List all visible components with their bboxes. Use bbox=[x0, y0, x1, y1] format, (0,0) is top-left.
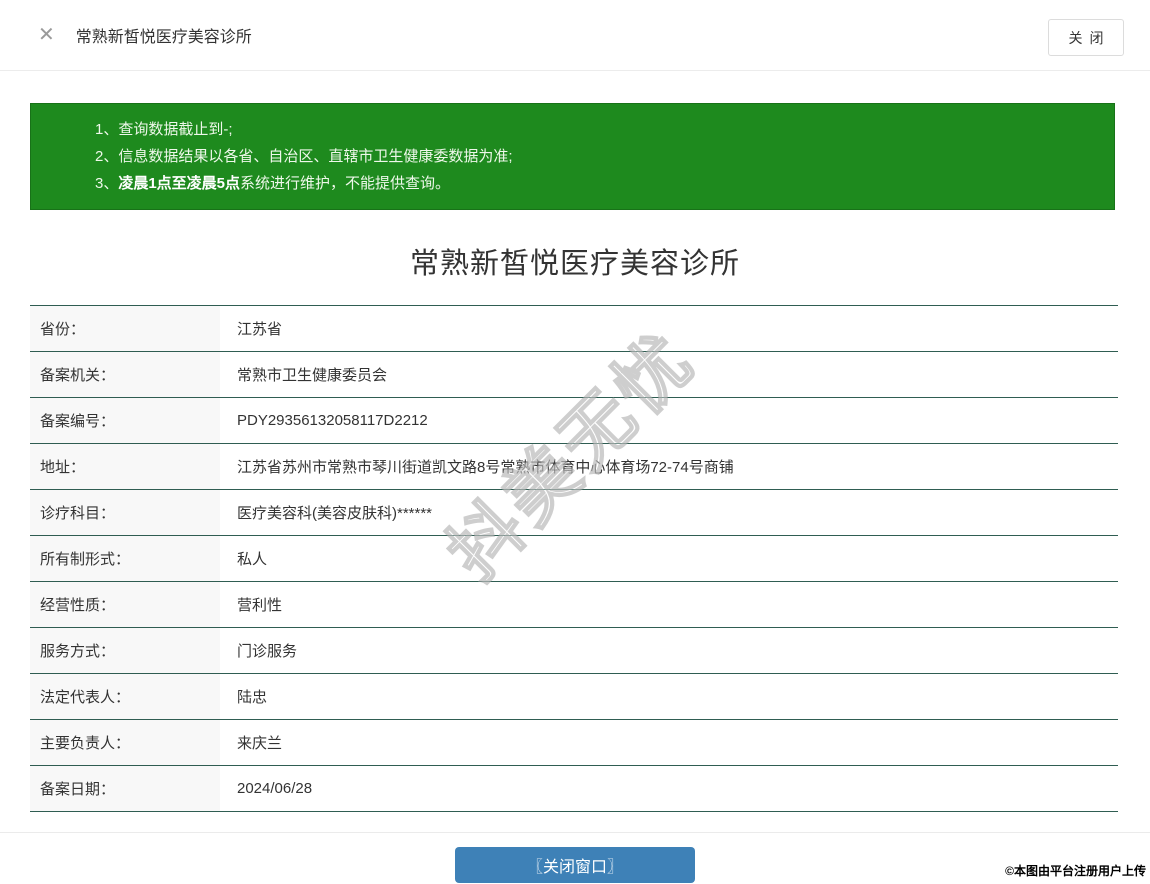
record-table: 省份： 江苏省 备案机关： 常熟市卫生健康委员会 备案编号： PDY293561… bbox=[30, 305, 1118, 812]
close-x-icon[interactable]: ✕ bbox=[38, 25, 55, 45]
window-title: 常熟新皙悦医疗美容诊所 bbox=[75, 29, 252, 46]
row-value: 2024/06/28 bbox=[220, 766, 1118, 811]
table-row-registration-authority: 备案机关： 常熟市卫生健康委员会 bbox=[30, 352, 1118, 398]
row-value: 常熟市卫生健康委员会 bbox=[220, 352, 1118, 397]
notice-line-3-rest: 系统进行维护，不能提供查询。 bbox=[240, 175, 451, 192]
row-label: 备案编号： bbox=[30, 398, 220, 443]
popup-window: ✕ 常熟新皙悦医疗美容诊所 关闭 1、查询数据截止到-; 2、信息数据结果以各省… bbox=[0, 0, 1150, 884]
row-label: 主要负责人： bbox=[30, 720, 220, 765]
row-value: PDY29356132058117D2212 bbox=[220, 398, 1118, 443]
row-value: 私人 bbox=[220, 536, 1118, 581]
button-row: 〖关闭窗口〗 bbox=[0, 847, 1150, 883]
row-value: 门诊服务 bbox=[220, 628, 1118, 673]
row-value: 营利性 bbox=[220, 582, 1118, 627]
row-label: 省份： bbox=[30, 306, 220, 351]
row-label: 备案机关： bbox=[30, 352, 220, 397]
table-row-clinical-subjects: 诊疗科目： 医疗美容科(美容皮肤科)****** bbox=[30, 490, 1118, 536]
table-row-ownership-form: 所有制形式： 私人 bbox=[30, 536, 1118, 582]
row-value: 医疗美容科(美容皮肤科)****** bbox=[220, 490, 1118, 535]
row-value: 江苏省苏州市常熟市琴川街道凯文路8号常熟市体育中心体育场72-74号商铺 bbox=[220, 444, 1118, 489]
table-row-business-nature: 经营性质： 营利性 bbox=[30, 582, 1118, 628]
table-row-legal-representative: 法定代表人： 陆忠 bbox=[30, 674, 1118, 720]
row-label: 备案日期： bbox=[30, 766, 220, 811]
notice-line-2: 2、信息数据结果以各省、自治区、直辖市卫生健康委数据为准; bbox=[95, 148, 513, 165]
notice-line-3: 3、凌晨1点至凌晨5点系统进行维护，不能提供查询。 bbox=[95, 170, 1094, 197]
table-row-service-mode: 服务方式： 门诊服务 bbox=[30, 628, 1118, 674]
page-title: 常熟新皙悦医疗美容诊所 bbox=[409, 248, 740, 280]
table-row-province: 省份： 江苏省 bbox=[30, 306, 1118, 352]
row-label: 法定代表人： bbox=[30, 674, 220, 719]
header-bar: ✕ 常熟新皙悦医疗美容诊所 关闭 bbox=[0, 0, 1150, 71]
footer-divider bbox=[0, 832, 1150, 833]
row-label: 诊疗科目： bbox=[30, 490, 220, 535]
row-label: 所有制形式： bbox=[30, 536, 220, 581]
table-row-address: 地址： 江苏省苏州市常熟市琴川街道凯文路8号常熟市体育中心体育场72-74号商铺 bbox=[30, 444, 1118, 490]
copyright-notice: ©本图由平台注册用户上传 bbox=[1005, 864, 1146, 878]
table-row-principal: 主要负责人： 来庆兰 bbox=[30, 720, 1118, 766]
row-label: 经营性质： bbox=[30, 582, 220, 627]
notice-line-1: 1、查询数据截止到-; bbox=[95, 121, 233, 138]
close-window-button[interactable]: 〖关闭窗口〗 bbox=[455, 847, 695, 883]
row-label: 服务方式： bbox=[30, 628, 220, 673]
table-row-registration-number: 备案编号： PDY29356132058117D2212 bbox=[30, 398, 1118, 444]
row-value: 陆忠 bbox=[220, 674, 1118, 719]
notice-line-3-bold: 凌晨1点至凌晨5点 bbox=[118, 175, 241, 192]
close-button[interactable]: 关闭 bbox=[1048, 19, 1124, 56]
notice-box: 1、查询数据截止到-; 2、信息数据结果以各省、自治区、直辖市卫生健康委数据为准… bbox=[30, 103, 1115, 210]
row-value: 江苏省 bbox=[220, 306, 1118, 351]
notice-line-3-prefix: 3、 bbox=[95, 175, 119, 192]
row-label: 地址： bbox=[30, 444, 220, 489]
table-row-registration-date: 备案日期： 2024/06/28 bbox=[30, 766, 1118, 812]
row-value: 来庆兰 bbox=[220, 720, 1118, 765]
